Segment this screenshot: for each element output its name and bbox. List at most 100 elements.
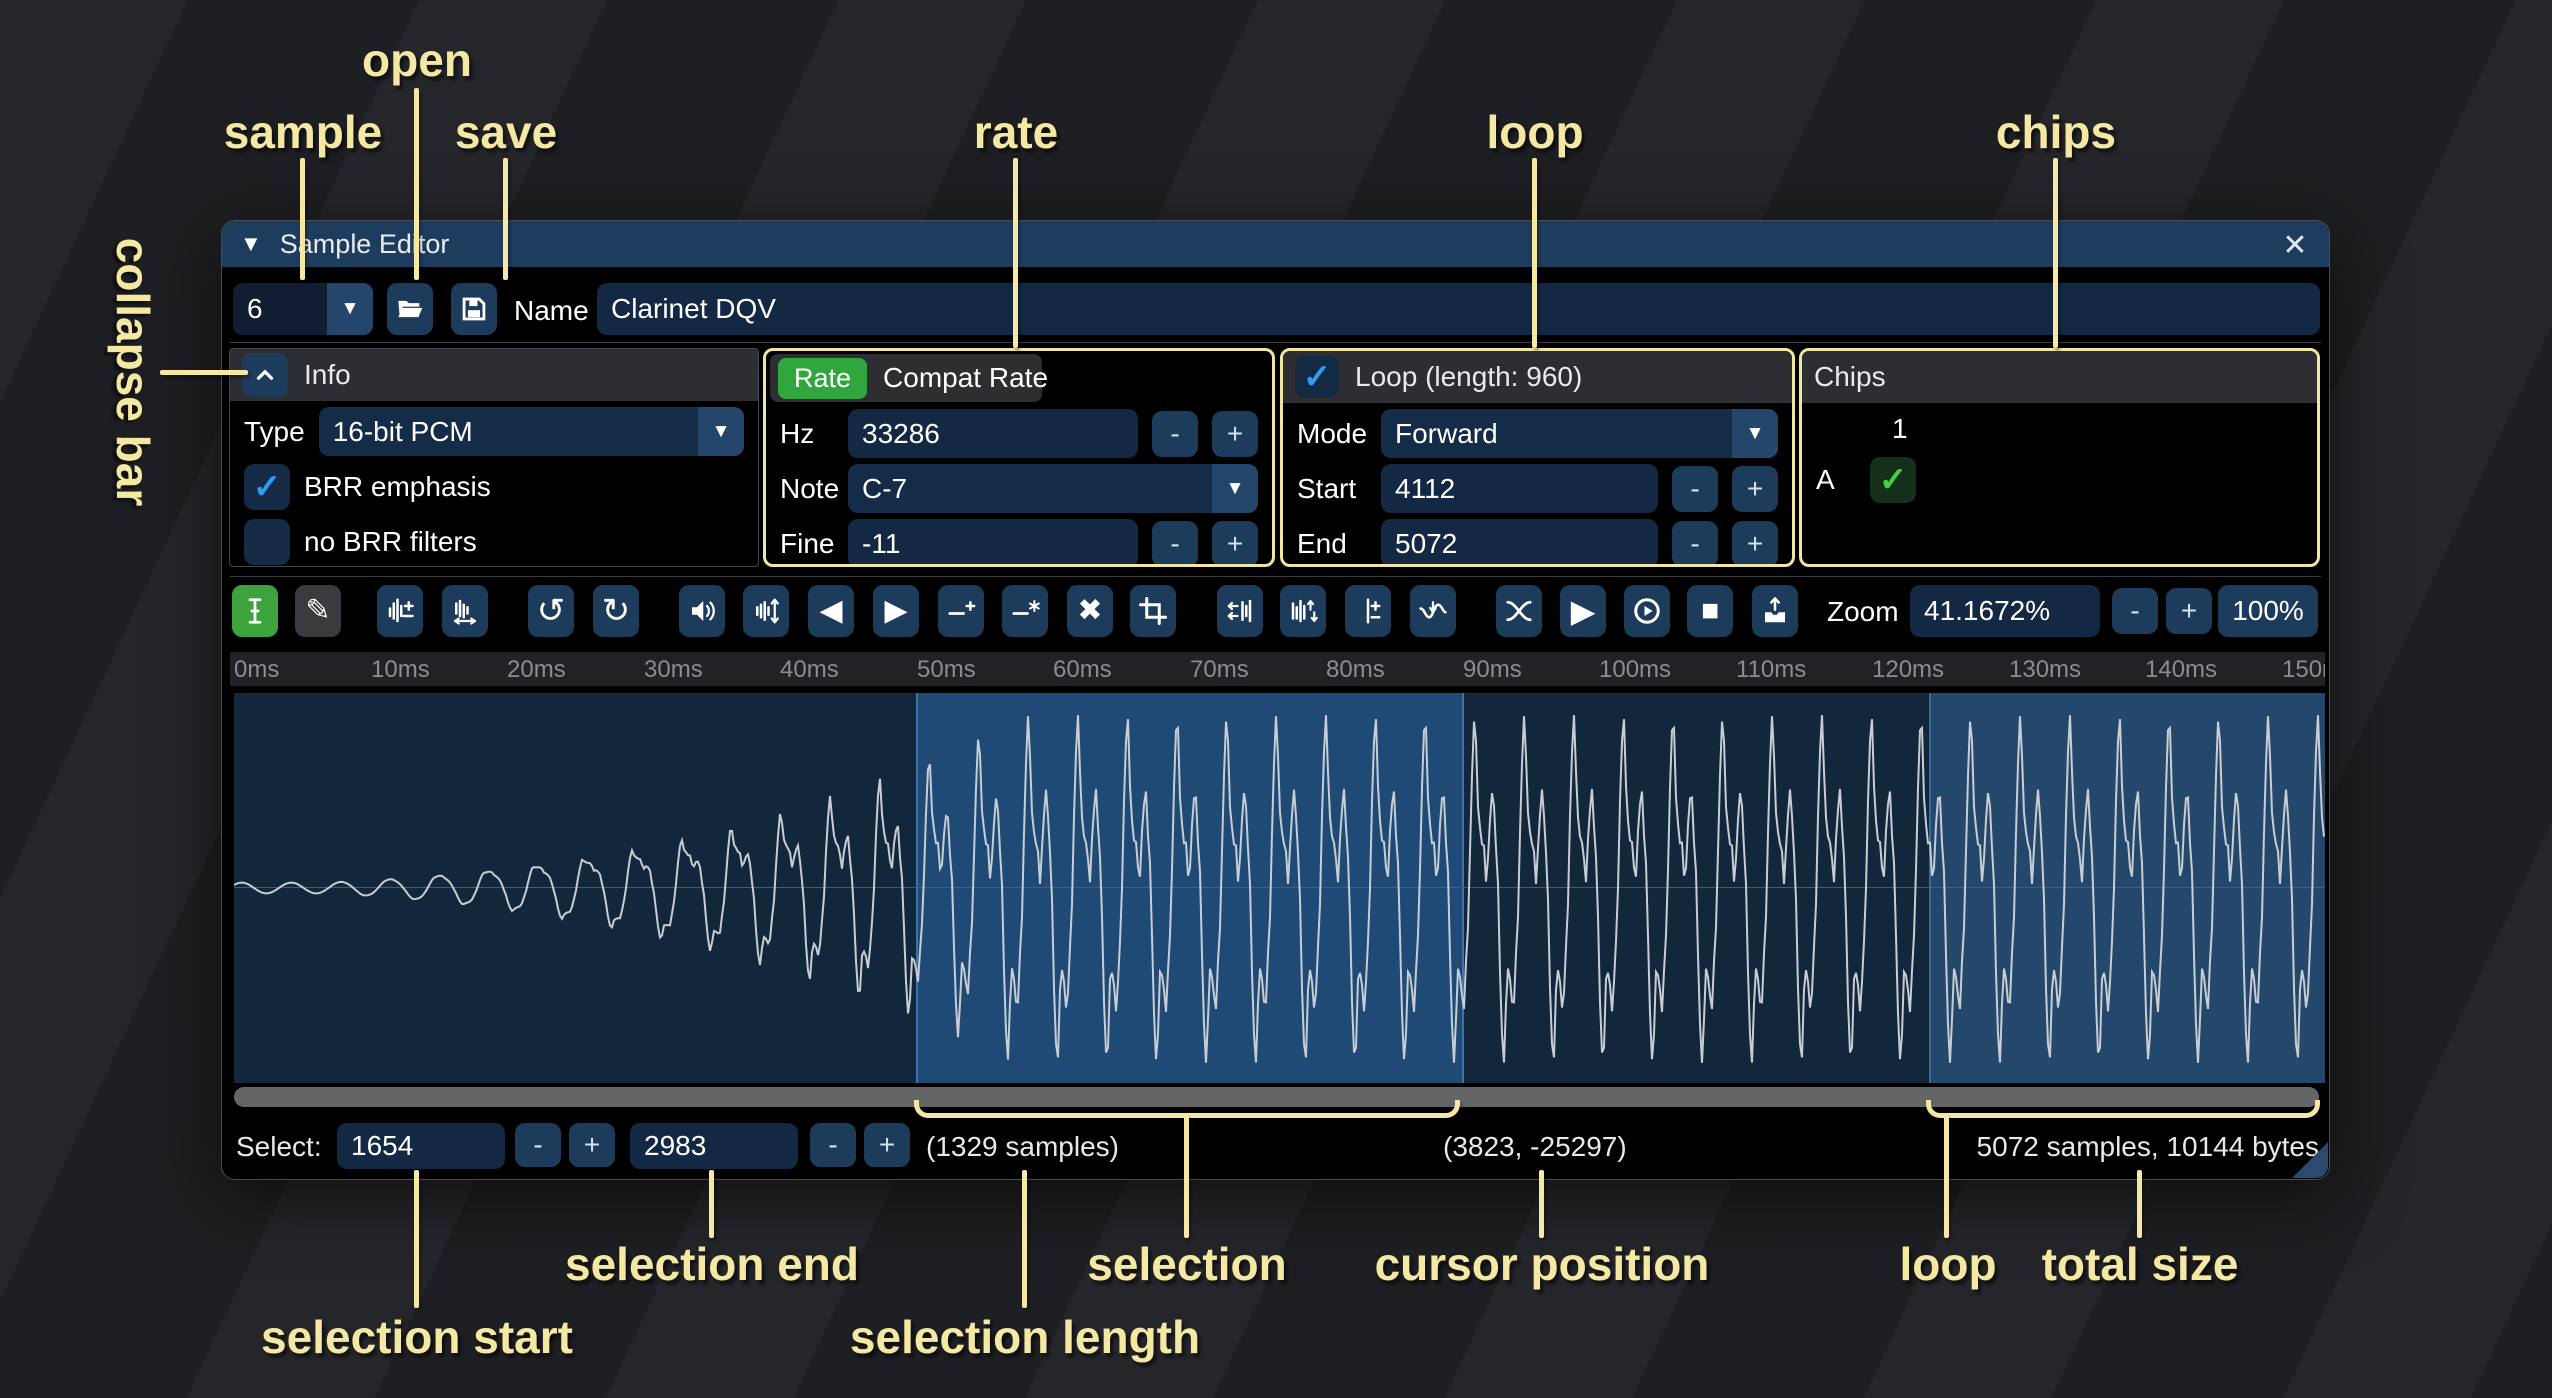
annotation-total-size: total size	[2042, 1237, 2239, 1291]
zoom-plus-button[interactable]: +	[2166, 588, 2212, 634]
loop-start-plus-button[interactable]: +	[1732, 466, 1778, 512]
info-panel-title: Info	[304, 359, 351, 391]
preview-button[interactable]: ▶	[1560, 585, 1606, 637]
fade-in-button[interactable]: ◀	[808, 585, 854, 637]
note-dropdown[interactable]: C-7 ▼	[848, 464, 1258, 513]
zoom-input[interactable]: 41.1672%	[1910, 585, 2100, 637]
save-button[interactable]	[451, 283, 497, 335]
stop-button[interactable]: ■	[1687, 585, 1733, 637]
zoom-label: Zoom	[1827, 596, 1899, 628]
import-button[interactable]	[1752, 585, 1798, 637]
no-brr-filters-checkbox[interactable]	[244, 519, 290, 565]
ruler-tick-label: 20ms	[507, 656, 566, 684]
fine-minus-button[interactable]: -	[1152, 521, 1198, 567]
loop-end-minus-button[interactable]: -	[1672, 521, 1718, 567]
chevron-down-icon: ▼	[1732, 409, 1778, 458]
reset-zoom-button[interactable]: 100%	[2218, 585, 2318, 637]
selection-end-value: 2983	[644, 1130, 706, 1162]
amplify-button[interactable]	[679, 585, 725, 637]
edit-mode-draw-button[interactable]: ✎	[295, 585, 341, 637]
callout-line-total-size	[2137, 1170, 2142, 1238]
annotation-chips: chips	[1996, 105, 2116, 159]
ruler-tick-label: 110ms	[1736, 656, 1806, 684]
brr-emphasis-checkbox[interactable]: ✓	[244, 464, 290, 510]
ruler-tick-label: 0ms	[234, 656, 279, 684]
rate-tag[interactable]: Rate	[778, 358, 867, 399]
invert-button[interactable]	[1280, 585, 1326, 637]
fine-input[interactable]: -11	[848, 519, 1138, 567]
window-collapse-triangle-icon[interactable]: ▼	[240, 231, 262, 257]
chips-panel: Chips 1 A ✓	[1799, 348, 2320, 567]
selection-end-plus-button[interactable]: +	[864, 1123, 910, 1167]
callout-line-chips	[2053, 158, 2058, 348]
selection-end-input[interactable]: 2983	[630, 1123, 798, 1169]
callout-line-selection-end	[709, 1170, 714, 1238]
resize-button[interactable]	[377, 585, 423, 637]
undo-button[interactable]: ↺	[528, 585, 574, 637]
loop-checkbox[interactable]: ✓	[1295, 356, 1339, 398]
redo-button[interactable]: ↻	[593, 585, 639, 637]
preview-loop-button[interactable]	[1624, 585, 1670, 637]
fine-value: -11	[862, 528, 900, 560]
hz-input[interactable]: 33286	[848, 409, 1138, 458]
hz-value: 33286	[862, 418, 940, 450]
apply-silence-icon	[1010, 596, 1040, 626]
ruler-tick-label: 130ms	[2009, 656, 2081, 684]
delete-button[interactable]: ✖	[1067, 585, 1113, 637]
open-button[interactable]	[387, 283, 433, 335]
titlebar[interactable]: ▼ Sample Editor	[222, 221, 2329, 267]
zoom-minus-button[interactable]: -	[2112, 588, 2158, 634]
fine-label: Fine	[780, 528, 834, 560]
filter-button[interactable]	[1410, 585, 1456, 637]
stop-icon: ■	[1701, 596, 1719, 626]
name-input[interactable]: Clarinet DQV	[597, 283, 2320, 335]
sign-convert-icon	[1353, 596, 1383, 626]
hz-label: Hz	[780, 418, 834, 450]
edit-mode-select-button[interactable]	[232, 585, 278, 637]
signedness-button[interactable]	[1345, 585, 1391, 637]
ruler-tick-label: 40ms	[780, 656, 839, 684]
loop-panel: ✓ Loop (length: 960) Mode Forward ▼ Star…	[1280, 348, 1795, 567]
hz-minus-button[interactable]: -	[1152, 411, 1198, 457]
type-dropdown[interactable]: 16-bit PCM ▼	[319, 407, 744, 456]
ruler-tick-label: 120ms	[1872, 656, 1944, 684]
apply-silence-button[interactable]	[1002, 585, 1048, 637]
selection-start-input[interactable]: 1654	[337, 1123, 505, 1169]
selection-start-minus-button[interactable]: -	[515, 1123, 561, 1167]
chip-enable-checkbox[interactable]: ✓	[1870, 457, 1916, 503]
resample-button[interactable]	[442, 585, 488, 637]
sample-selector-value: 6	[233, 283, 327, 335]
loop-end-value: 5072	[1395, 528, 1457, 560]
waveform-display[interactable]	[234, 693, 2325, 1083]
loop-end-plus-button[interactable]: +	[1732, 521, 1778, 567]
fade-out-button[interactable]: ▶	[873, 585, 919, 637]
reverse-icon	[1225, 596, 1255, 626]
selection-end-minus-button[interactable]: -	[810, 1123, 856, 1167]
loop-end-input[interactable]: 5072	[1381, 519, 1658, 567]
reverse-button[interactable]	[1217, 585, 1263, 637]
chevron-up-icon	[252, 362, 278, 388]
chevron-down-icon[interactable]: ▼	[327, 283, 373, 335]
close-button[interactable]: ✕	[2275, 225, 2315, 265]
ruler-tick-label: 50ms	[917, 656, 976, 684]
trim-button[interactable]	[1130, 585, 1176, 637]
loop-mode-dropdown[interactable]: Forward ▼	[1381, 409, 1778, 458]
selection-start-plus-button[interactable]: +	[569, 1123, 615, 1167]
annotation-loop-top: loop	[1486, 105, 1583, 159]
insert-silence-button[interactable]	[938, 585, 984, 637]
loop-start-minus-button[interactable]: -	[1672, 466, 1718, 512]
fine-plus-button[interactable]: +	[1212, 521, 1258, 567]
ruler-tick-label: 140ms	[2145, 656, 2217, 684]
collapse-bar-button[interactable]	[242, 353, 288, 397]
callout-line-selection	[1184, 1114, 1189, 1238]
hz-plus-button[interactable]: +	[1212, 411, 1258, 457]
fade-in-icon: ◀	[819, 596, 842, 626]
normalize-button[interactable]	[743, 585, 789, 637]
time-ruler[interactable]: 0ms 10ms 20ms 30ms 40ms 50ms 60ms 70ms 8…	[230, 652, 2325, 686]
sample-selector[interactable]: 6 ▼	[233, 283, 373, 335]
crossfade-button[interactable]	[1496, 585, 1542, 637]
loop-start-input[interactable]: 4112	[1381, 464, 1658, 513]
info-panel: Info Type 16-bit PCM ▼ ✓ BRR emphasis no…	[229, 348, 759, 567]
callout-line-save	[503, 158, 508, 280]
annotation-selection-start: selection start	[261, 1310, 573, 1364]
